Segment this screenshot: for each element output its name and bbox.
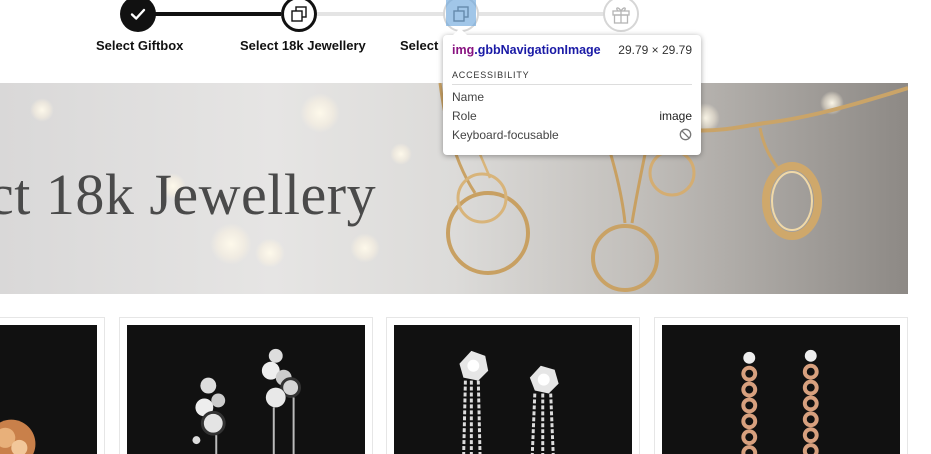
tooltip-header: img.gbbNavigationImage 29.79 × 29.79 — [452, 43, 692, 57]
banner-title: ct 18k Jewellery — [0, 162, 377, 227]
selector-class: .gbbNavigationImage — [474, 43, 601, 57]
a11y-row-focusable: Keyboard-focusable — [452, 128, 692, 142]
step-1-label: Select Giftbox — [96, 38, 184, 53]
product-card[interactable] — [0, 317, 105, 454]
a11y-row-role: Role image — [452, 109, 692, 123]
selector-tag: img — [452, 43, 475, 57]
step-3-label: Select — [400, 38, 439, 53]
devtools-inspect-tooltip: img.gbbNavigationImage 29.79 × 29.79 ACC… — [443, 28, 701, 155]
gift-icon — [612, 7, 630, 24]
inspected-element-highlight — [446, 0, 476, 26]
step-connector-upcoming — [317, 12, 444, 16]
earrings-image — [192, 348, 302, 454]
copy-icon — [291, 6, 307, 22]
product-card[interactable] — [386, 317, 640, 454]
a11y-row-name: Name — [452, 90, 692, 104]
product-image[interactable] — [662, 325, 900, 454]
element-size: 29.79 × 29.79 — [618, 43, 692, 57]
a11y-key: Keyboard-focusable — [452, 128, 559, 142]
product-card[interactable] — [119, 317, 373, 454]
step-4-gift[interactable] — [603, 0, 639, 32]
earrings-image — [459, 350, 559, 454]
a11y-key: Role — [452, 109, 477, 123]
product-image[interactable] — [0, 325, 97, 454]
check-icon — [130, 8, 146, 20]
accessibility-heading: ACCESSIBILITY — [452, 70, 692, 85]
product-image[interactable] — [394, 325, 632, 454]
a11y-value: image — [659, 109, 692, 123]
a11y-key: Name — [452, 90, 485, 104]
step-2-jewellery[interactable] — [281, 0, 317, 32]
product-image[interactable] — [127, 325, 365, 454]
step-2-label: Select 18k Jewellery — [240, 38, 366, 53]
step-1-giftbox[interactable] — [120, 0, 156, 32]
step-connector-upcoming — [477, 12, 604, 16]
earrings-image — [741, 349, 819, 454]
step-connector-completed — [155, 12, 281, 16]
ring-image — [0, 419, 36, 454]
not-allowed-icon — [679, 128, 692, 141]
element-selector: img.gbbNavigationImage — [452, 43, 601, 57]
product-card[interactable] — [654, 317, 908, 454]
